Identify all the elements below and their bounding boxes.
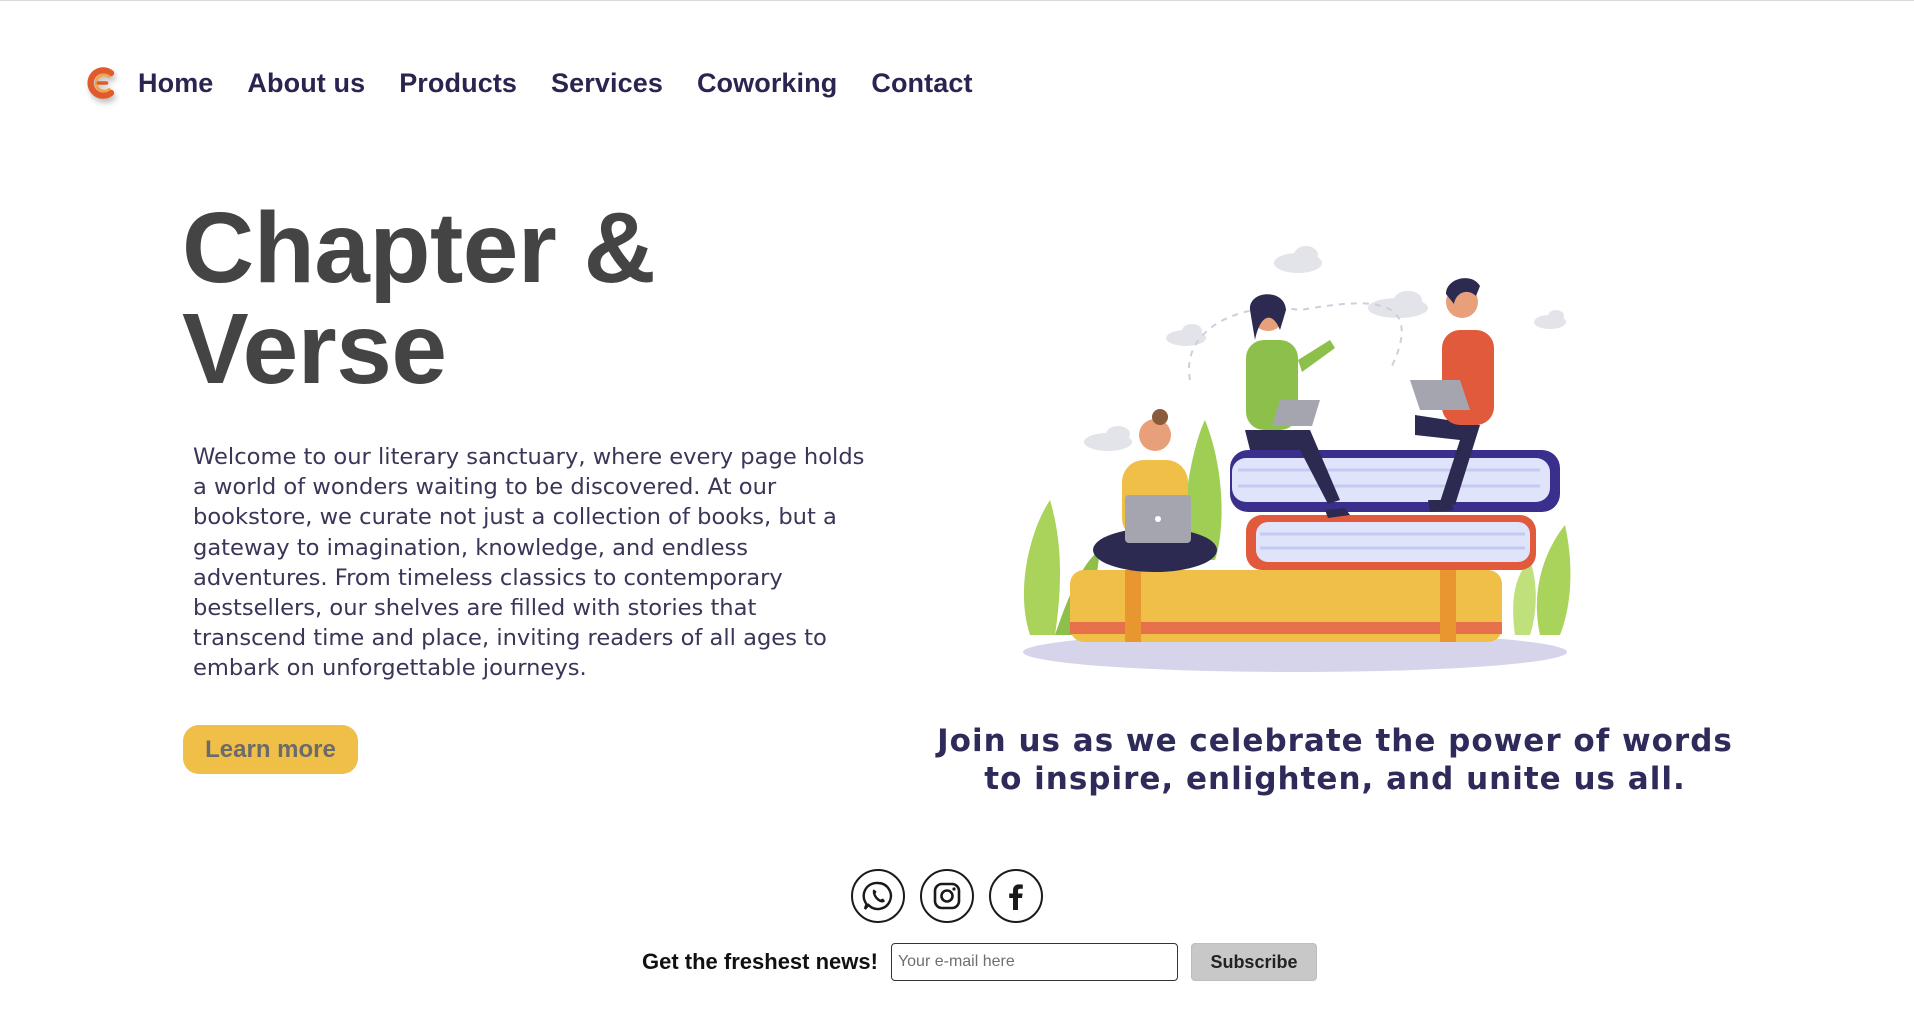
nav-link-contact[interactable]: Contact — [871, 68, 972, 99]
nav-link-about-us[interactable]: About us — [247, 68, 365, 99]
subscribe-button[interactable]: Subscribe — [1190, 943, 1317, 981]
instagram-icon — [933, 882, 961, 910]
tagline: Join us as we celebrate the power of wor… — [937, 723, 1733, 797]
social-links — [851, 869, 1058, 923]
newsletter-label: Get the freshest news! — [642, 949, 878, 974]
instagram-button[interactable] — [920, 869, 974, 923]
nav-link-coworking[interactable]: Coworking — [697, 68, 837, 99]
whatsapp-icon — [862, 881, 893, 911]
brand-logo-icon[interactable] — [84, 65, 120, 101]
learn-more-button[interactable]: Learn more — [183, 725, 358, 774]
hero-title: Chapter & Verse — [182, 198, 742, 400]
nav-link-home[interactable]: Home — [138, 68, 213, 99]
hero-description: Welcome to our literary sanctuary, where… — [193, 444, 865, 682]
email-input[interactable] — [890, 943, 1178, 981]
newsletter-form: Get the freshest news! Subscribe — [642, 943, 1317, 981]
facebook-button[interactable] — [989, 869, 1043, 923]
whatsapp-button[interactable] — [851, 869, 905, 923]
main-nav: Home About us Products Services Coworkin… — [84, 58, 1007, 108]
hero-title-line1: Chapter & — [182, 192, 656, 304]
hero-title-line2: Verse — [182, 293, 447, 405]
facebook-icon — [1009, 884, 1023, 910]
nav-link-products[interactable]: Products — [399, 68, 517, 99]
top-divider — [0, 0, 1914, 1]
nav-link-services[interactable]: Services — [551, 68, 663, 99]
people-reading-on-books-illustration — [1023, 246, 1571, 672]
